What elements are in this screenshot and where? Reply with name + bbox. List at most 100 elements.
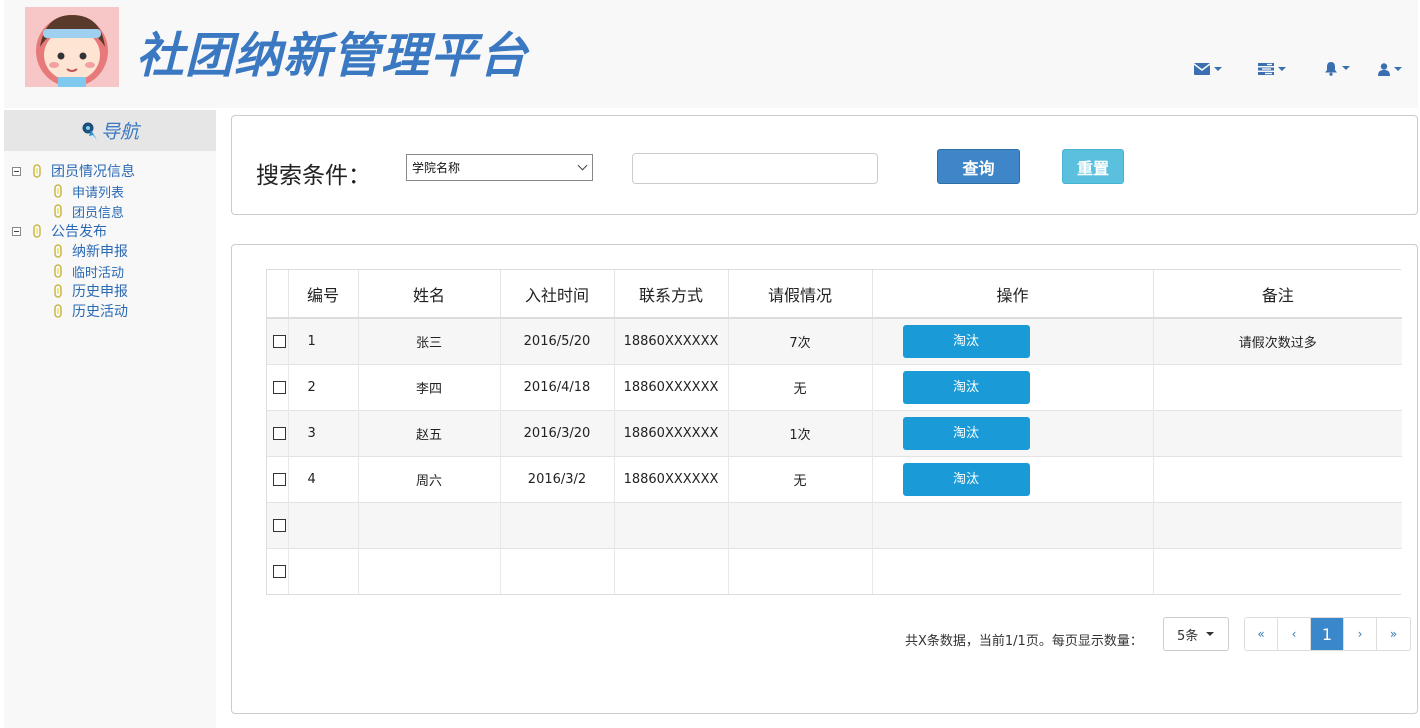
collapse-icon[interactable] — [12, 166, 21, 176]
cell-contact: 18860XXXXXX — [614, 455, 729, 502]
chevron-down-icon — [1394, 67, 1402, 71]
row-checkbox[interactable] — [272, 564, 286, 578]
bell-icon — [1325, 61, 1337, 76]
cell-leave: 1次 — [728, 409, 873, 456]
tree-item-application-list[interactable]: 申请列表 — [4, 181, 216, 201]
paperclip-icon — [54, 284, 62, 298]
tree-item-recruit-report[interactable]: 纳新申报 — [4, 241, 216, 261]
cell-id: 1 — [288, 317, 359, 364]
main-panel: 编号 姓名 入社时间 联系方式 请假情况 操作 备注 1 张三 2016/5/2… — [231, 244, 1418, 714]
paperclip-icon — [54, 204, 62, 218]
member-table: 编号 姓名 入社时间 联系方式 请假情况 操作 备注 1 张三 2016/5/2… — [266, 269, 1402, 595]
cell-name: 李四 — [358, 363, 501, 410]
search-panel: 搜索条件： 学院名称 查询 重置 — [231, 115, 1418, 215]
paperclip-icon — [54, 244, 62, 258]
nav-tree: 团员情况信息 申请列表 团员信息 公告发布 纳新申报 临时活动 历史申报 历史活… — [4, 151, 216, 321]
eliminate-button[interactable]: 淘汰 — [902, 324, 1030, 358]
table-row: 4 周六 2016/3/2 18860XXXXXX 无 淘汰 — [267, 455, 1402, 502]
tree-label[interactable]: 团员信息 — [72, 202, 124, 221]
compass-pin-icon — [82, 122, 97, 140]
eliminate-button[interactable]: 淘汰 — [902, 370, 1030, 404]
cell-note — [1153, 409, 1402, 456]
tree-label[interactable]: 历史活动 — [72, 301, 128, 321]
cell-id: 3 — [288, 409, 359, 456]
row-checkbox[interactable] — [272, 426, 286, 440]
tree-item-history-report[interactable]: 历史申报 — [4, 281, 216, 301]
row-checkbox[interactable] — [272, 518, 286, 532]
chevron-down-icon — [1342, 66, 1350, 70]
cell-contact: 18860XXXXXX — [614, 317, 729, 364]
header-note: 备注 — [1153, 270, 1402, 319]
app-logo — [25, 7, 119, 87]
tree-label[interactable]: 临时活动 — [72, 262, 124, 281]
nav-header: 导航 — [4, 110, 216, 151]
tree-label[interactable]: 历史申报 — [72, 281, 128, 301]
app-header: 社团纳新管理平台 — [4, 0, 1418, 108]
tree-label[interactable]: 团员情况信息 — [51, 161, 135, 181]
cell-id: 4 — [288, 455, 359, 502]
header-leave: 请假情况 — [728, 270, 873, 319]
pagination: « ‹ 1 › » — [1244, 617, 1411, 651]
cell-contact: 18860XXXXXX — [614, 363, 729, 410]
chevron-down-icon — [1278, 67, 1286, 71]
tree-item-temp-activity[interactable]: 临时活动 — [4, 261, 216, 281]
header-action: 操作 — [872, 270, 1154, 319]
search-label: 搜索条件： — [256, 163, 371, 189]
tree-node-announcements[interactable]: 公告发布 — [4, 221, 216, 241]
row-checkbox[interactable] — [272, 334, 286, 348]
tree-label[interactable]: 公告发布 — [51, 221, 107, 241]
search-input[interactable] — [632, 153, 878, 184]
tree-item-member-info[interactable]: 团员信息 — [4, 201, 216, 221]
user-dropdown[interactable] — [1378, 58, 1402, 80]
tasks-dropdown[interactable] — [1258, 58, 1286, 80]
cell-name: 张三 — [358, 317, 501, 364]
table-row-empty — [267, 547, 1402, 594]
table-row-empty — [267, 501, 1402, 548]
tree-item-history-activity[interactable]: 历史活动 — [4, 301, 216, 321]
paperclip-icon — [54, 304, 62, 318]
last-page-button[interactable]: » — [1377, 618, 1410, 650]
paperclip-icon — [33, 164, 41, 178]
tree-label[interactable]: 申请列表 — [72, 182, 124, 201]
search-field-select[interactable]: 学院名称 — [406, 154, 593, 181]
messages-dropdown[interactable] — [1194, 58, 1222, 80]
cell-join-date: 2016/3/20 — [500, 409, 615, 456]
header-join-date: 入社时间 — [500, 270, 615, 319]
cell-leave: 7次 — [728, 317, 873, 364]
eliminate-button[interactable]: 淘汰 — [902, 416, 1030, 450]
row-checkbox[interactable] — [272, 472, 286, 486]
notifications-dropdown[interactable] — [1324, 57, 1350, 79]
envelope-icon — [1194, 63, 1210, 75]
paperclip-icon — [54, 184, 62, 198]
current-page-button[interactable]: 1 — [1311, 618, 1344, 650]
tree-label[interactable]: 纳新申报 — [72, 241, 128, 261]
reset-button[interactable]: 重置 — [1062, 149, 1124, 184]
app-title: 社团纳新管理平台 — [136, 28, 529, 84]
collapse-icon[interactable] — [12, 226, 21, 236]
cell-note — [1153, 455, 1402, 502]
page-size-select[interactable]: 5条 — [1163, 617, 1229, 651]
nav-title: 导航 — [100, 121, 139, 143]
prev-page-button[interactable]: ‹ — [1278, 618, 1311, 650]
cell-leave: 无 — [728, 363, 873, 410]
cell-note: 请假次数过多 — [1153, 317, 1402, 364]
user-icon — [1378, 62, 1390, 76]
eliminate-button[interactable]: 淘汰 — [902, 462, 1030, 496]
header-check — [267, 270, 289, 319]
page-size-value: 5条 — [1177, 628, 1199, 644]
chevron-down-icon — [577, 160, 588, 171]
table-row: 3 赵五 2016/3/20 18860XXXXXX 1次 淘汰 — [267, 409, 1402, 456]
row-checkbox[interactable] — [272, 380, 286, 394]
tasks-icon — [1258, 63, 1274, 75]
cell-join-date: 2016/3/2 — [500, 455, 615, 502]
tree-node-member-info[interactable]: 团员情况信息 — [4, 161, 216, 181]
chevron-down-icon — [1214, 67, 1222, 71]
first-page-button[interactable]: « — [1245, 618, 1278, 650]
header-id: 编号 — [288, 270, 359, 319]
header-name: 姓名 — [358, 270, 501, 319]
paperclip-icon — [33, 224, 41, 238]
query-button[interactable]: 查询 — [937, 149, 1020, 184]
header-contact: 联系方式 — [614, 270, 729, 319]
cell-leave: 无 — [728, 455, 873, 502]
next-page-button[interactable]: › — [1344, 618, 1377, 650]
